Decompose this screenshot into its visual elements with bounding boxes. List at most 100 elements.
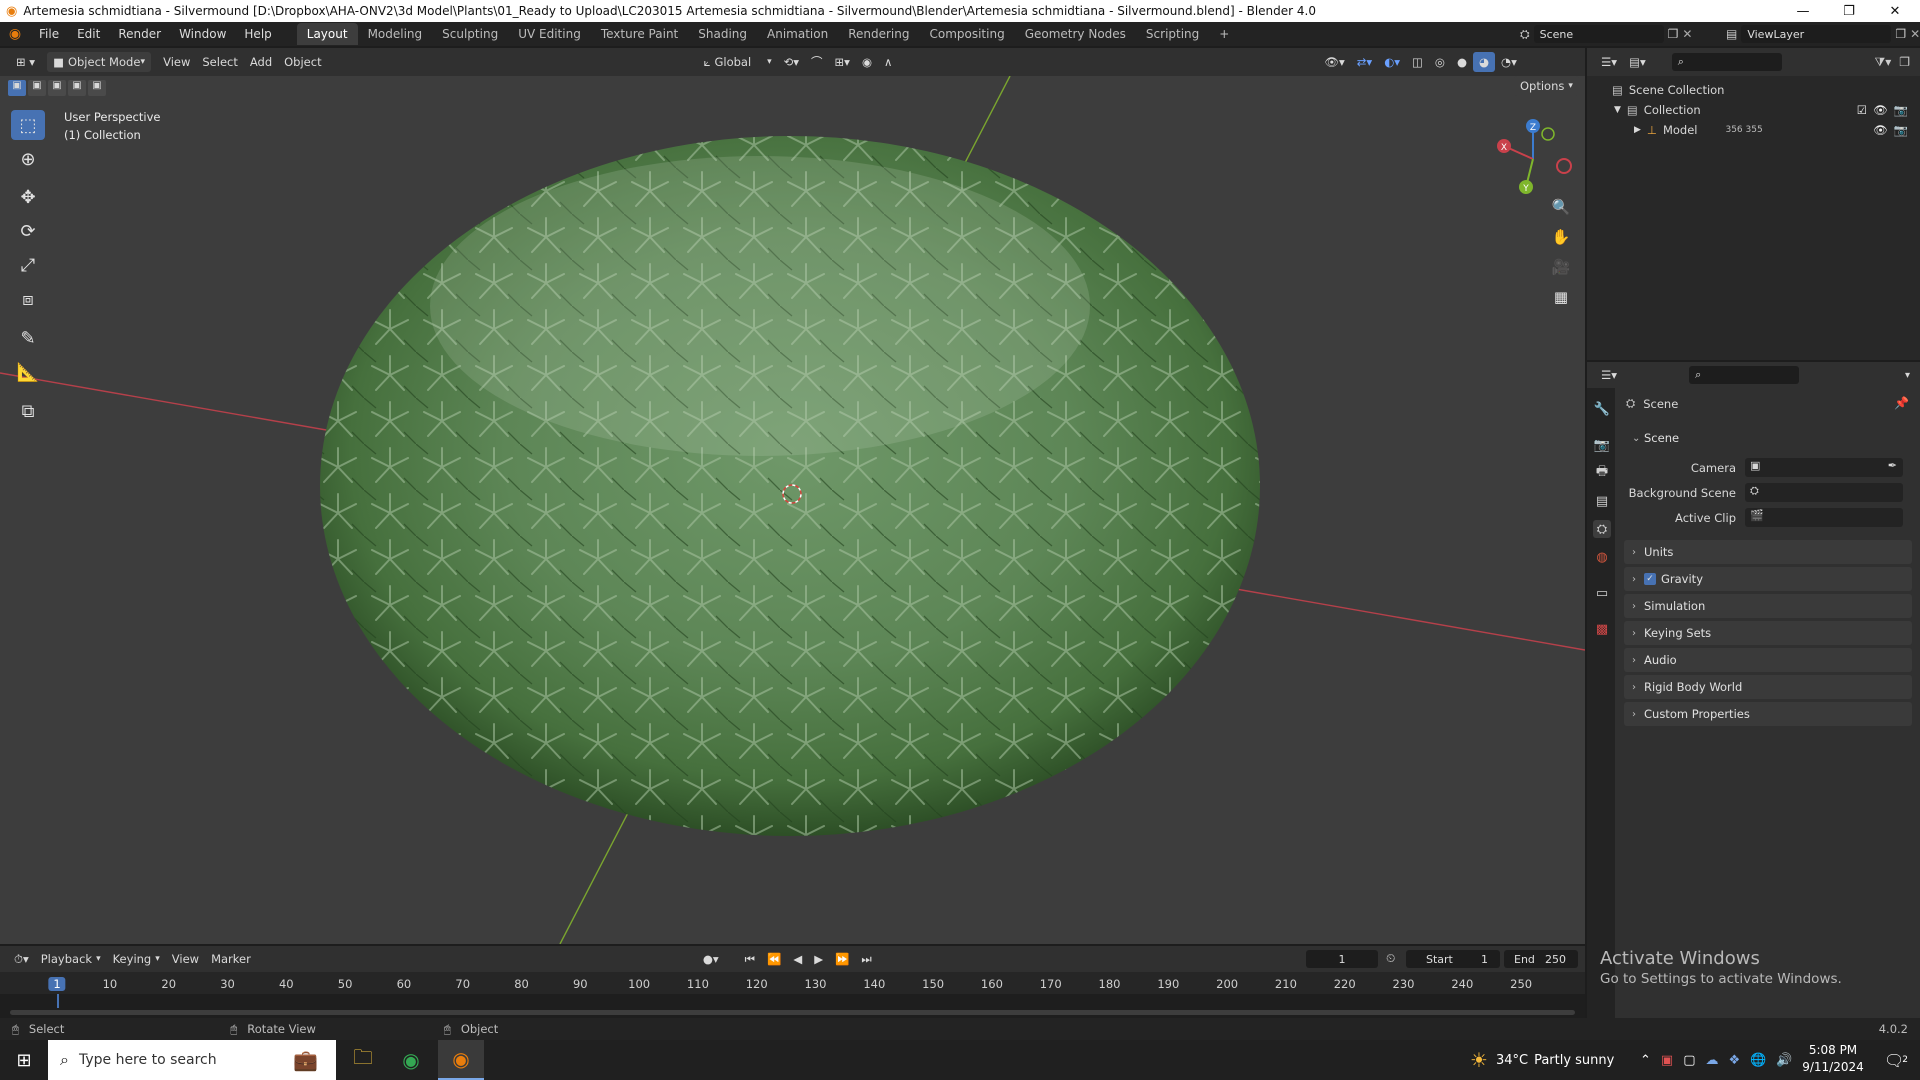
play-icon[interactable]: ▶ (808, 949, 829, 969)
tab-modeling[interactable]: Modeling (358, 23, 433, 45)
snap-target-icon[interactable]: ⊞▾ (829, 52, 856, 72)
dropbox-icon[interactable]: ❖ (1729, 1053, 1741, 1068)
record-icon[interactable]: ●▾ (697, 949, 725, 969)
windows-start-icon[interactable]: ⊞ (0, 1040, 48, 1080)
menu-playback[interactable]: Playback ▾ (35, 949, 107, 969)
scene-icon[interactable]: ⛭ (1520, 27, 1530, 42)
tab-sculpting[interactable]: Sculpting (432, 23, 508, 45)
tool-tab-icon[interactable]: 🔧 (1593, 400, 1611, 418)
scene-field[interactable]: Scene (1533, 25, 1664, 43)
transform-orientation-dropdown[interactable]: ⟀ Global ▾ (698, 52, 778, 72)
menu-select[interactable]: Select (196, 52, 243, 72)
menu-add[interactable]: Add (244, 52, 278, 72)
select-invert-icon[interactable]: ▣ (68, 80, 86, 96)
current-frame-field[interactable]: 1 (1306, 950, 1378, 968)
units-panel[interactable]: › Units (1624, 540, 1912, 564)
select-subtract-icon[interactable]: ▣ (48, 80, 66, 96)
filter-icon[interactable]: ⧩▾ (1875, 55, 1892, 70)
rotate-tool[interactable]: ⟳ (11, 216, 45, 246)
chevron-down-icon[interactable]: ▾ (1905, 370, 1910, 381)
menu-file[interactable]: File (30, 22, 68, 46)
end-frame-field[interactable]: End 250 (1504, 950, 1578, 968)
texture-tab-icon[interactable]: ▩ (1593, 620, 1611, 638)
menu-keying[interactable]: Keying ▾ (107, 949, 166, 969)
material-shading-icon[interactable]: ◕ (1472, 52, 1496, 72)
editor-type-icon[interactable]: ⊞ ▾ (10, 52, 41, 72)
neg-y-axis-ball[interactable] (1541, 127, 1555, 141)
select-intersect-icon[interactable]: ▣ (88, 80, 106, 96)
camera-view-icon[interactable]: 🎥 (1548, 254, 1574, 280)
eye-icon[interactable]: 👁 (1873, 103, 1888, 117)
camera-field[interactable]: ▣ ✒ (1745, 458, 1903, 477)
outliner-editor-icon[interactable]: ☰▾ (1595, 52, 1623, 72)
tab-shading[interactable]: Shading (688, 23, 757, 45)
pivot-point-icon[interactable]: ⟲▾ (778, 52, 805, 72)
rendered-shading-icon[interactable]: ◔▾ (1495, 52, 1523, 72)
properties-editor-icon[interactable]: ☰▾ (1595, 365, 1623, 385)
menu-object[interactable]: Object (278, 52, 327, 72)
rigid-body-world-panel[interactable]: › Rigid Body World (1624, 675, 1912, 699)
capture-icon[interactable]: ▢ (1683, 1053, 1695, 1068)
visibility-icon[interactable]: 👁▾ (1318, 52, 1350, 72)
menu-window[interactable]: Window (170, 22, 235, 46)
antivirus-icon[interactable]: ▣ (1661, 1053, 1673, 1068)
zoom-icon[interactable]: 🔍 (1548, 194, 1574, 220)
world-tab-icon[interactable]: ◍ (1593, 548, 1611, 566)
new-collection-icon[interactable]: ❐ (1899, 55, 1910, 69)
eye-icon[interactable]: 👁 (1873, 123, 1888, 137)
scene-section-header[interactable]: ⌄ Scene (1624, 426, 1912, 450)
gizmo-toggle-icon[interactable]: ⇄▾ (1351, 52, 1378, 72)
audio-panel[interactable]: › Audio (1624, 648, 1912, 672)
onedrive-icon[interactable]: ☁ (1706, 1053, 1719, 1068)
tab-geometry-nodes[interactable]: Geometry Nodes (1015, 23, 1136, 45)
camera-render-icon[interactable]: 📷 (1894, 103, 1908, 117)
navigation-gizmo[interactable]: Z X Y (1488, 114, 1578, 204)
minimize-button[interactable]: — (1780, 0, 1826, 22)
render-tab-icon[interactable]: 📷 (1593, 436, 1611, 454)
close-button[interactable]: ✕ (1872, 0, 1918, 22)
jump-keyframe-forward-icon[interactable]: ⏩ (829, 949, 855, 969)
chrome-icon[interactable]: ◉ (394, 1044, 428, 1076)
select-extend-icon[interactable]: ▣ (28, 80, 46, 96)
jump-start-icon[interactable]: ⏮ (739, 949, 761, 969)
annotate-tool[interactable]: ✎ (11, 323, 45, 353)
viewlayer-icon[interactable]: ▤ (1726, 27, 1737, 41)
preview-range-icon[interactable]: ⏲ (1386, 951, 1395, 966)
weather-widget[interactable]: ☀ 34°C Partly sunny (1470, 1040, 1614, 1080)
overlay-toggle-icon[interactable]: ◐▾ (1378, 52, 1406, 72)
tab-scripting[interactable]: Scripting (1136, 23, 1209, 45)
mode-dropdown[interactable]: ■ Object Mode ▾ (47, 52, 152, 72)
simulation-panel[interactable]: › Simulation (1624, 594, 1912, 618)
expand-arrow-icon[interactable]: ▶ (1634, 125, 1641, 135)
blender-taskbar-icon[interactable]: ◉ (438, 1040, 484, 1080)
outliner-search[interactable]: ⌕ (1671, 53, 1782, 71)
transform-tool[interactable]: ⧈ (11, 284, 45, 314)
timeline-editor-icon[interactable]: ⏱▾ (8, 949, 35, 969)
taskbar-clock[interactable]: 5:08 PM 9/11/2024 (1788, 1042, 1878, 1076)
notification-center-icon[interactable]: 🗨 2 (1880, 1044, 1912, 1076)
tab-uv-editing[interactable]: UV Editing (508, 23, 591, 45)
proportional-falloff-icon[interactable]: ∧ (878, 52, 898, 72)
viewlayer-field[interactable]: ViewLayer (1741, 25, 1892, 43)
delete-viewlayer-icon[interactable]: ✕ (1910, 27, 1920, 41)
network-icon[interactable]: 🌐 (1750, 1053, 1766, 1068)
wireframe-shading-icon[interactable]: ◎ (1429, 52, 1451, 72)
measure-tool[interactable]: 📐 (11, 357, 45, 387)
tab-texture-paint[interactable]: Texture Paint (591, 23, 688, 45)
menu-marker[interactable]: Marker (205, 949, 257, 969)
tab-compositing[interactable]: Compositing (919, 23, 1014, 45)
tab-rendering[interactable]: Rendering (838, 23, 919, 45)
delete-scene-icon[interactable]: ✕ (1682, 27, 1692, 41)
expand-arrow-icon[interactable]: ▼ (1614, 105, 1621, 115)
select-new-icon[interactable]: ▣ (8, 80, 26, 96)
exclude-checkbox-icon[interactable]: ☑ (1857, 103, 1867, 117)
new-scene-icon[interactable]: ❐ (1668, 27, 1679, 41)
gravity-panel[interactable]: › ✓ Gravity (1624, 567, 1912, 591)
pin-icon[interactable]: 📌 (1894, 396, 1909, 410)
tab-layout[interactable]: Layout (296, 23, 358, 45)
tab-animation[interactable]: Animation (757, 23, 838, 45)
cursor-tool[interactable]: ⊕ (11, 144, 45, 174)
outliner-row-model[interactable]: ▶ ⊥ Model 356 355 👁 📷 (1600, 120, 1912, 140)
background-scene-field[interactable]: ⛭ (1745, 483, 1903, 502)
briefcase-icon[interactable]: 💼 (293, 1048, 318, 1072)
